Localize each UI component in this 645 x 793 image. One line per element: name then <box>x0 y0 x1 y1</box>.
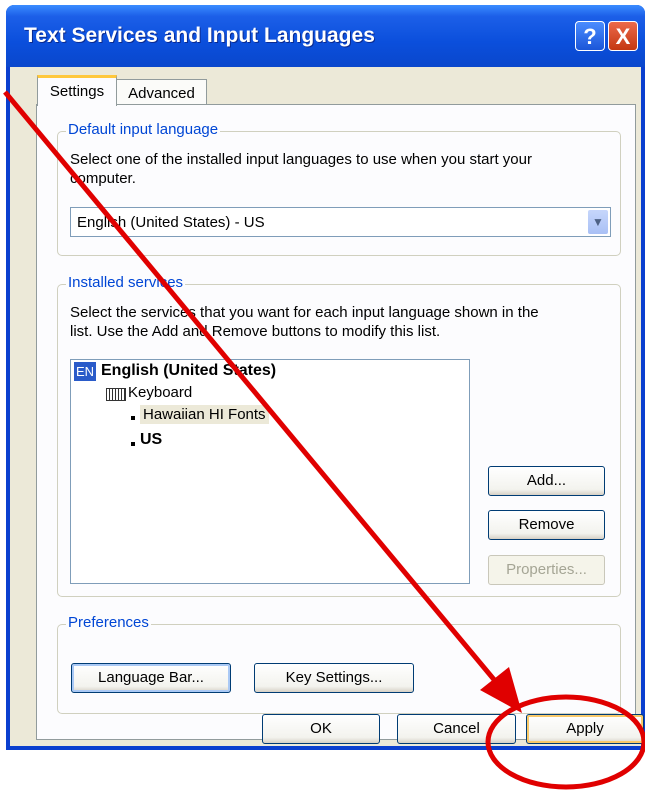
remove-button[interactable]: Remove <box>488 510 605 540</box>
installed-services-legend: Installed services <box>66 274 186 291</box>
default-input-legend: Default input language <box>66 121 221 138</box>
language-badge: EN <box>74 362 96 381</box>
close-icon: X <box>615 24 631 49</box>
installed-services-description-line2: list. Use the Add and Remove buttons to … <box>70 323 441 340</box>
cancel-button[interactable]: Cancel <box>397 714 516 744</box>
add-button[interactable]: Add... <box>488 466 605 496</box>
services-tree[interactable]: EN English (United States) Keyboard Hawa… <box>70 359 470 584</box>
apply-button[interactable]: Apply <box>526 714 644 744</box>
tree-item-keyboard[interactable]: Keyboard <box>128 384 192 401</box>
title-bar[interactable]: Text Services and Input Languages ? X <box>6 5 645 67</box>
help-button[interactable]: ? <box>575 21 605 51</box>
tree-item-hawaiian[interactable]: Hawaiian HI Fonts <box>140 405 269 424</box>
default-input-description-line1: Select one of the installed input langua… <box>70 151 532 168</box>
tab-settings[interactable]: Settings <box>37 75 117 106</box>
default-language-value: English (United States) - US <box>77 214 265 231</box>
tree-item-us[interactable]: US <box>140 431 162 449</box>
tree-item-language[interactable]: English (United States) <box>101 362 276 380</box>
preferences-legend: Preferences <box>66 614 151 631</box>
installed-services-description-line1: Select the services that you want for ea… <box>70 304 539 321</box>
tab-advanced[interactable]: Advanced <box>116 79 207 106</box>
installed-services-group: Installed services Select the services t… <box>57 274 621 597</box>
question-icon: ? <box>583 24 597 49</box>
bullet-icon <box>131 416 135 420</box>
dialog-body: Settings Advanced Default input language… <box>10 67 644 746</box>
chevron-down-icon[interactable]: ▼ <box>588 210 608 234</box>
keyboard-icon <box>106 388 126 401</box>
close-button[interactable]: X <box>608 21 638 51</box>
properties-button[interactable]: Properties... <box>488 555 605 585</box>
language-bar-button[interactable]: Language Bar... <box>71 663 231 693</box>
dialog-window: Text Services and Input Languages ? X Se… <box>6 5 645 750</box>
default-language-select[interactable]: English (United States) - US ▼ <box>70 207 611 237</box>
settings-panel: Default input language Select one of the… <box>36 104 636 740</box>
window-title: Text Services and Input Languages <box>24 24 375 47</box>
default-input-description-line2: computer. <box>70 170 136 187</box>
default-input-group: Default input language Select one of the… <box>57 121 621 256</box>
ok-button[interactable]: OK <box>262 714 380 744</box>
bullet-icon <box>131 442 135 446</box>
key-settings-button[interactable]: Key Settings... <box>254 663 414 693</box>
preferences-group: Preferences Language Bar... Key Settings… <box>57 614 621 714</box>
